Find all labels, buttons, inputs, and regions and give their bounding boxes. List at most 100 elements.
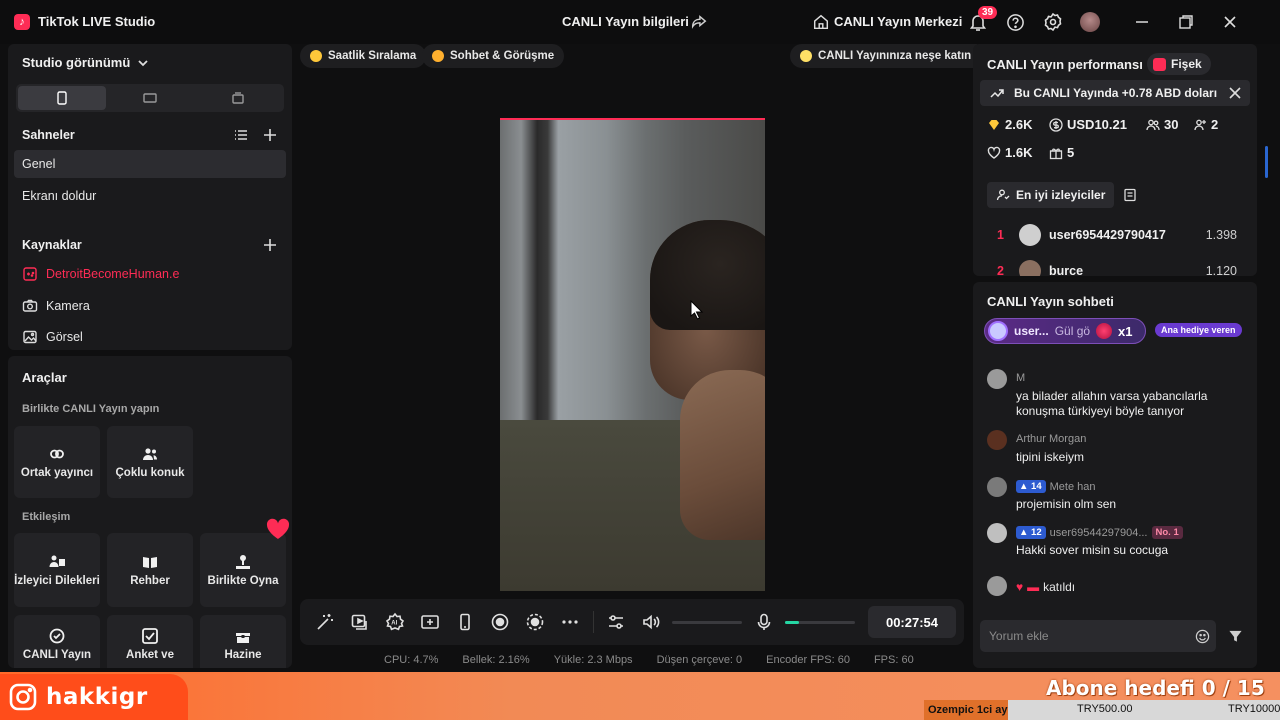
users-icon: [143, 447, 157, 460]
media-icon[interactable]: [350, 612, 370, 632]
chat-text: Hakki sover misin su cocuga: [1016, 543, 1169, 557]
firework-button[interactable]: Fişek: [1147, 53, 1211, 75]
chat-avatar: [987, 369, 1007, 389]
live-center-link[interactable]: CANLI Yayın Merkezi: [834, 14, 962, 29]
tools-title: Araçlar: [22, 370, 67, 385]
usd-value: USD10.21: [1067, 117, 1127, 132]
earnings-banner: Bu CANLI Yayında +0.78 ABD doları: [980, 80, 1250, 106]
microphone-icon[interactable]: [754, 612, 774, 632]
scene-general[interactable]: Genel: [14, 150, 286, 178]
diamonds-value: 2.6K: [1005, 117, 1033, 132]
speaker-icon[interactable]: [641, 612, 661, 632]
phone-screen-icon[interactable]: [455, 612, 475, 632]
landscape-layout-button[interactable]: [106, 86, 194, 110]
guide-tile[interactable]: Rehber: [107, 533, 193, 607]
live-tile-label: CANLI Yayın: [22, 649, 92, 661]
live-preview[interactable]: [500, 118, 765, 591]
co-host-label: Ortak yayıncı: [20, 466, 94, 479]
source-camera[interactable]: Kamera: [22, 298, 90, 314]
top-viewers-label: En iyi izleyiciler: [1016, 188, 1106, 202]
more-icon[interactable]: [560, 612, 580, 632]
cpu-stat: CPU: 4.7%: [384, 654, 439, 666]
record-icon[interactable]: [490, 612, 510, 632]
dropped-frames-stat: Düşen çerçeve: 0: [656, 654, 743, 666]
treasure-tile[interactable]: Hazine: [200, 615, 286, 668]
add-scene-icon[interactable]: [262, 127, 278, 143]
filter-icon[interactable]: [1228, 629, 1243, 644]
viewer-avatar: [1019, 224, 1041, 246]
chat-username: Mete han: [1049, 480, 1096, 493]
scrollbar[interactable]: [1265, 146, 1268, 178]
chat-text: ya bilader allahın varsa yabancılarla ko…: [1016, 389, 1208, 418]
viewer-wishes-tile[interactable]: İzleyici Dilekleri: [14, 533, 100, 607]
help-icon[interactable]: [1006, 13, 1025, 32]
add-screen-icon[interactable]: [420, 612, 440, 632]
live-info-title[interactable]: CANLI Yayın bilgileri: [562, 14, 689, 29]
add-fun-pill[interactable]: CANLI Yayınınıza neşe katın: [790, 44, 978, 68]
ranking-list-icon[interactable]: [1123, 188, 1137, 202]
live-tile[interactable]: CANLI Yayın: [14, 615, 100, 668]
interaction-title: Etkileşim: [22, 511, 71, 523]
co-host-tile[interactable]: Ortak yayıncı: [14, 426, 100, 498]
share-icon[interactable]: [690, 13, 708, 31]
followers-value: 2: [1211, 117, 1219, 132]
chat-text: tipini iskeiym: [1016, 450, 1085, 464]
hourly-ranking-pill[interactable]: Saatlik Sıralama: [300, 44, 427, 68]
hourly-ranking-label: Saatlik Sıralama: [328, 50, 417, 62]
profile-avatar[interactable]: [1080, 12, 1100, 32]
volume-slider[interactable]: [672, 621, 742, 624]
top-viewers-tab[interactable]: En iyi izleyiciler: [987, 182, 1115, 208]
source-game[interactable]: DetroitBecomeHuman.e: [22, 266, 179, 282]
gift-banner[interactable]: user... Gül gö x1: [984, 318, 1146, 344]
chat-bubble-icon: [432, 50, 444, 62]
collab-title: Birlikte CANLI Yayın yapın: [22, 403, 160, 415]
minimize-icon[interactable]: [1134, 14, 1150, 30]
rose-icon: [1096, 323, 1113, 339]
svg-text:AI: AI: [391, 620, 397, 626]
streamer-hair: [650, 220, 765, 330]
studio-view-dropdown[interactable]: Studio görünümü: [22, 55, 130, 70]
top-viewer-row[interactable]: 1 user6954429790417 1.398: [997, 224, 1237, 246]
play-together-tile[interactable]: Birlikte Oyna: [200, 533, 286, 607]
flame-icon: [310, 50, 322, 62]
mic-level-fill: [785, 621, 799, 624]
chat-title: CANLI Yayın sohbeti: [987, 294, 1114, 309]
live-goal-icon: [49, 628, 65, 644]
magic-wand-icon[interactable]: [315, 612, 335, 632]
source-image[interactable]: Görsel: [22, 329, 83, 345]
phone-icon: [57, 91, 67, 105]
poll-tile[interactable]: Anket ve: [107, 615, 193, 668]
comment-input[interactable]: Yorum ekle: [980, 620, 1216, 652]
home-icon[interactable]: [812, 13, 830, 31]
dual-layout-button[interactable]: [194, 86, 282, 110]
add-source-icon[interactable]: [262, 237, 278, 253]
chat-call-pill[interactable]: Sohbet & Görüşme: [422, 44, 565, 68]
viewer-name: burce: [1049, 264, 1084, 276]
multi-guest-tile[interactable]: Çoklu konuk: [107, 426, 193, 498]
top-viewer-row[interactable]: 2 burce 1.120: [997, 260, 1237, 276]
chevron-down-icon[interactable]: [136, 56, 150, 70]
maximize-icon[interactable]: [1178, 14, 1194, 30]
chat-username: Arthur Morgan: [1016, 433, 1087, 445]
list-icon[interactable]: [233, 127, 249, 143]
emoji-icon[interactable]: [1195, 629, 1210, 644]
chat-user-line: ▲ 14 Mete han: [1016, 480, 1096, 493]
poll-icon: [142, 628, 158, 644]
capture-icon[interactable]: [525, 612, 545, 632]
goal-ticker: Ozempic 1ci ay TRY500.00 TRY10000: [924, 700, 1280, 720]
mic-level-slider[interactable]: [785, 621, 855, 624]
diamond-icon: [989, 119, 999, 130]
close-banner-icon[interactable]: [1228, 86, 1242, 100]
close-icon[interactable]: [1222, 14, 1238, 30]
scene-fill-screen[interactable]: Ekranı doldur: [14, 182, 286, 210]
dual-screen-icon: [232, 92, 244, 104]
book-icon: [143, 556, 157, 568]
likes-value: 1.6K: [1005, 145, 1033, 160]
app-title: TikTok LIVE Studio: [38, 14, 156, 29]
sliders-icon[interactable]: [606, 612, 626, 632]
ai-icon[interactable]: AI: [385, 612, 405, 632]
firework-label: Fişek: [1171, 57, 1202, 71]
viewer-wish-icon: [49, 555, 65, 567]
gear-icon[interactable]: [1043, 12, 1063, 32]
portrait-layout-button[interactable]: [18, 86, 106, 110]
